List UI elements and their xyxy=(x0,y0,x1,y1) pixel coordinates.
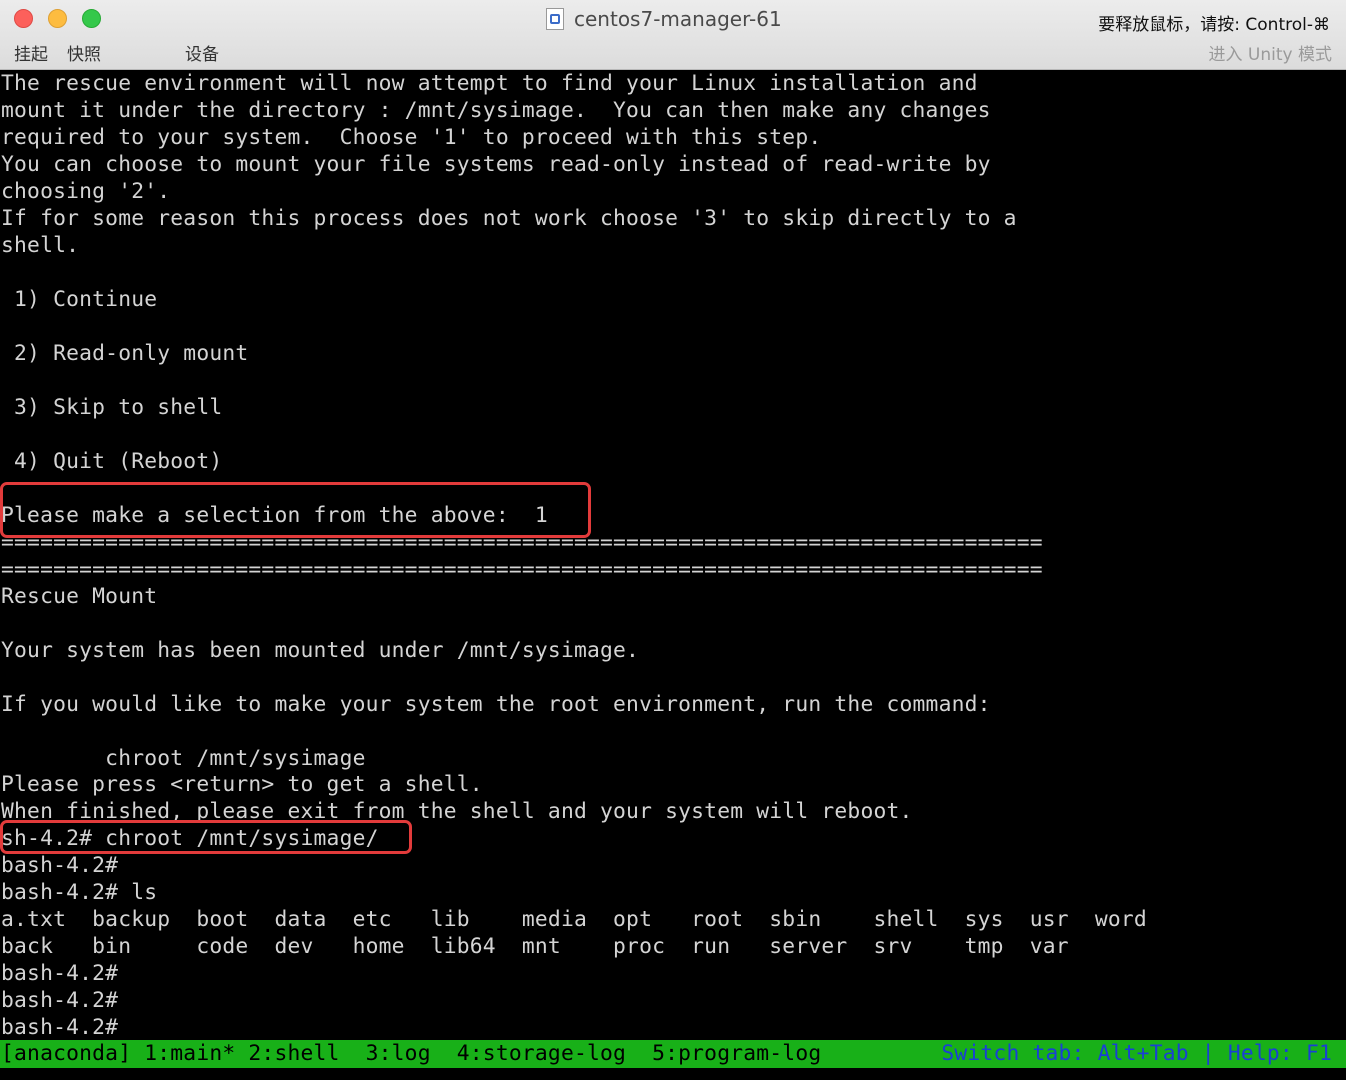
terminal-line: required to your system. Choose '1' to p… xyxy=(1,125,822,150)
terminal-line: shell. xyxy=(1,233,80,258)
keyboard-help-hint: Switch tab: Alt+Tab | Help: F1 xyxy=(941,1041,1332,1066)
shell-prompt: bash-4.2# xyxy=(1,961,119,986)
menu-snapshot[interactable]: 快照 xyxy=(67,40,101,65)
close-window-button[interactable] xyxy=(14,9,33,28)
window-title-text: centos7-manager-61 xyxy=(574,7,782,31)
terminal-line: You can choose to mount your file system… xyxy=(1,152,991,177)
ls-output-line: back bin code dev home lib64 mnt proc ru… xyxy=(1,934,1069,959)
vm-document-icon xyxy=(546,8,564,30)
terminal-line: The rescue environment will now attempt … xyxy=(1,71,978,96)
menu-devices[interactable]: 设备 xyxy=(185,40,219,65)
terminal-line: mount it under the directory : /mnt/sysi… xyxy=(1,98,991,123)
ls-output-line: a.txt backup boot data etc lib media opt… xyxy=(1,907,1147,932)
chroot-highlight-box xyxy=(0,820,412,854)
minimize-window-button[interactable] xyxy=(48,9,67,28)
mouse-release-hint: 要释放鼠标，请按: Control-⌘ xyxy=(1098,15,1330,35)
shell-prompt: bash-4.2# xyxy=(1,853,119,878)
enter-unity-mode-button[interactable]: 进入 Unity 模式 xyxy=(1209,40,1332,65)
zoom-window-button[interactable] xyxy=(82,9,101,28)
shell-prompt: bash-4.2# xyxy=(1,988,119,1013)
terminal-line: choosing '2'. xyxy=(1,179,171,204)
terminal-line: chroot /mnt/sysimage xyxy=(1,746,366,771)
shell-prompt: bash-4.2# xyxy=(1,1015,119,1040)
screen-bottom-edge xyxy=(0,1068,1346,1080)
separator-line: ========================================… xyxy=(1,557,1043,582)
terminal-screen[interactable]: The rescue environment will now attempt … xyxy=(0,70,1346,1040)
selection-highlight-box xyxy=(0,482,591,538)
window-titlebar: centos7-manager-61 要释放鼠标，请按: Control-⌘ 挂… xyxy=(0,0,1346,70)
anaconda-status-bar: [anaconda] 1:main* 2:shell 3:log 4:stora… xyxy=(0,1040,1346,1068)
terminal-line: Please press <return> to get a shell. xyxy=(1,772,483,797)
terminal-line: If for some reason this process does not… xyxy=(1,206,1017,231)
terminal-line: If you would like to make your system th… xyxy=(1,692,991,717)
terminal-line: Your system has been mounted under /mnt/… xyxy=(1,638,640,663)
menu-option-skip-to-shell: 3) Skip to shell xyxy=(1,395,223,420)
section-title: Rescue Mount xyxy=(1,584,158,609)
menu-option-quit-reboot: 4) Quit (Reboot) xyxy=(1,449,223,474)
menu-option-continue: 1) Continue xyxy=(1,287,158,312)
tmux-window-list[interactable]: [anaconda] 1:main* 2:shell 3:log 4:stora… xyxy=(1,1040,821,1068)
menu-option-read-only-mount: 2) Read-only mount xyxy=(1,341,249,366)
window-title: centos7-manager-61 xyxy=(546,7,782,31)
menu-suspend[interactable]: 挂起 xyxy=(14,40,48,65)
shell-prompt: bash-4.2# ls xyxy=(1,880,158,905)
